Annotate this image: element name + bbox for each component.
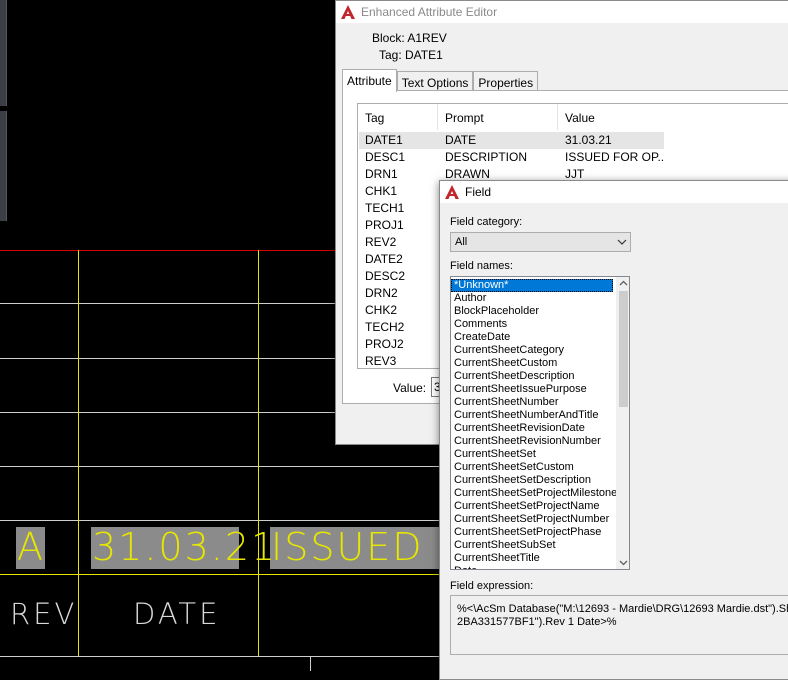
attribute-tag-cell: PROJ1 [365, 218, 404, 232]
attribute-value-cell: 31.03.21 [565, 133, 612, 147]
attribute-tag-cell: TECH1 [365, 201, 405, 215]
field-dialog[interactable]: Field Field category: All Field names: *… [439, 180, 788, 680]
cad-date-value: 31.03.21 [92, 525, 278, 569]
tab-properties[interactable]: Properties [473, 71, 539, 92]
eae-tab-strip: Attribute Text Options Properties [342, 69, 539, 92]
attribute-tag-cell: DATE1 [365, 133, 403, 147]
field-name-item[interactable]: Comments [451, 318, 615, 331]
field-expression-line-1: %<\AcSm Database("M:\12693 - Mardie\DRG\… [457, 603, 788, 615]
field-name-item[interactable]: CreateDate [451, 331, 615, 344]
field-name-item[interactable]: BlockPlaceholder [451, 305, 615, 318]
attribute-tag-cell: TECH2 [365, 320, 405, 334]
chevron-down-icon [617, 239, 627, 245]
field-name-item[interactable]: CurrentSheetSetProjectName [451, 500, 615, 513]
attribute-prompt-cell: DATE [445, 133, 477, 147]
grid-line [0, 520, 439, 521]
cad-date-label: DATE [133, 597, 221, 631]
attribute-row[interactable]: DESC1 DESCRIPTION ISSUED FOR OP... [359, 149, 664, 166]
attribute-prompt-cell: DESCRIPTION [445, 150, 528, 164]
title-block-border [0, 250, 335, 251]
field-name-item[interactable]: CurrentSheetSetCustom [451, 461, 615, 474]
field-category-label: Field category: [450, 216, 523, 228]
cad-rev-label: REV [10, 597, 78, 631]
field-names-list[interactable]: *Unknown* Author BlockPlaceholder Comments C… [450, 276, 630, 570]
value-label: Value: [393, 381, 427, 395]
eae-title: Enhanced Attribute Editor [361, 5, 498, 19]
attribute-list-header: Tag Prompt Value [358, 104, 788, 130]
grid-line [0, 466, 439, 467]
field-expression-line-2: 2BA331577BF1").Rev 1 Date>% [457, 616, 617, 628]
cad-description-value: ISSUED F [271, 525, 462, 569]
attribute-tag-cell: DRN1 [365, 167, 398, 181]
field-name-item[interactable]: CurrentSheetDescription [451, 370, 615, 383]
attribute-tag-cell: DATE2 [365, 252, 403, 266]
grid-line-yellow [0, 574, 439, 575]
scrollbar-thumb[interactable] [619, 291, 628, 407]
field-name-item[interactable]: CurrentSheetRevisionNumber [451, 435, 615, 448]
grid-column-line [78, 250, 79, 656]
field-names-scrollbar[interactable] [616, 277, 629, 569]
field-name-item[interactable]: CurrentSheetIssuePurpose [451, 383, 615, 396]
grid-column-line [258, 250, 259, 656]
field-expression-label: Field expression: [450, 580, 534, 592]
field-name-item[interactable]: CurrentSheetRevisionDate [451, 422, 615, 435]
attribute-tag-cell: CHK1 [365, 184, 398, 198]
cad-rev-value: A [17, 525, 45, 569]
column-header-tag[interactable]: Tag [358, 104, 438, 130]
field-name-item[interactable]: CurrentSheetSetDescription [451, 474, 615, 487]
field-category-dropdown[interactable]: All [450, 232, 631, 252]
tag-name-label: Tag: DATE1 [379, 48, 443, 62]
attribute-value-cell: ISSUED FOR OP... [565, 150, 664, 164]
attribute-tag-cell: PROJ2 [365, 337, 404, 351]
scroll-down-icon[interactable] [617, 556, 630, 569]
autocad-logo-icon [341, 5, 355, 19]
field-name-item[interactable]: CurrentSheetTitle [451, 552, 615, 565]
field-name-item[interactable]: CurrentSheetNumber [451, 396, 615, 409]
eae-title-bar[interactable]: Enhanced Attribute Editor [336, 1, 788, 23]
column-header-prompt[interactable]: Prompt [438, 104, 558, 130]
attribute-tag-cell: DRN2 [365, 286, 398, 300]
palette-panel-top[interactable] [0, 0, 7, 106]
field-title: Field [465, 185, 492, 199]
field-expression-box[interactable]: %<\AcSm Database("M:\12693 - Mardie\DRG\… [450, 595, 788, 655]
grid-line [0, 656, 439, 657]
field-title-bar[interactable]: Field [440, 181, 788, 203]
attribute-tag-cell: CHK2 [365, 303, 398, 317]
field-name-item[interactable]: CurrentSheetSetProjectPhase [451, 526, 615, 539]
attribute-tag-cell: REV2 [365, 235, 397, 249]
field-name-item[interactable]: CurrentSheetSubSet [451, 539, 615, 552]
field-names-label: Field names: [450, 260, 513, 272]
field-name-item[interactable]: CurrentSheetSetProjectNumber [451, 513, 615, 526]
field-name-item[interactable]: CurrentSheetSetProjectMilestone [451, 487, 617, 500]
attribute-tag-cell: REV3 [365, 354, 397, 368]
grid-column-line [310, 656, 311, 671]
block-name-label: Block: A1REV [372, 31, 447, 45]
tab-text-options[interactable]: Text Options [396, 71, 474, 92]
field-name-item[interactable]: CurrentSheetSet [451, 448, 615, 461]
tab-attribute[interactable]: Attribute [342, 69, 397, 92]
field-name-item[interactable]: Date [451, 565, 615, 569]
field-name-item[interactable]: Author [451, 292, 615, 305]
attribute-tag-cell: DESC2 [365, 269, 406, 283]
scroll-up-icon[interactable] [617, 277, 630, 290]
field-name-item[interactable]: CurrentSheetNumberAndTitle [451, 409, 615, 422]
field-name-item[interactable]: *Unknown* [451, 279, 613, 292]
field-category-value: All [455, 236, 468, 248]
attribute-row[interactable]: DATE1 DATE 31.03.21 [359, 132, 664, 149]
autocad-logo-icon [445, 185, 459, 199]
palette-panel-bottom[interactable] [0, 111, 7, 221]
attribute-tag-cell: DESC1 [365, 150, 406, 164]
column-header-value[interactable]: Value [558, 104, 788, 130]
field-name-item[interactable]: CurrentSheetCategory [451, 344, 615, 357]
field-name-item[interactable]: CurrentSheetCustom [451, 357, 615, 370]
